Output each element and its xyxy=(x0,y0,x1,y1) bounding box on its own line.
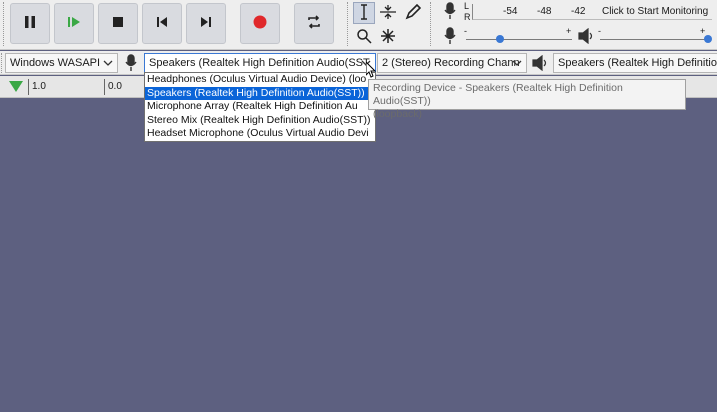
i-beam-icon xyxy=(357,3,371,23)
slider-minus-label: - xyxy=(598,26,601,36)
speaker-icon xyxy=(578,27,596,47)
speaker-icon xyxy=(532,54,550,74)
dropdown-item-stereo-mix[interactable]: Stereo Mix (Realtek High Definition Audi… xyxy=(145,114,375,128)
toolbar-grip[interactable] xyxy=(347,2,349,46)
toolbar-grip[interactable] xyxy=(3,2,5,46)
tooltip-line: (loopback) xyxy=(373,108,423,120)
toolbar-grip[interactable] xyxy=(430,2,432,46)
pause-icon xyxy=(23,15,37,32)
zoom-tool-button[interactable] xyxy=(353,26,375,48)
envelope-tool-button[interactable] xyxy=(377,2,399,24)
audio-host-select[interactable]: Windows WASAPI xyxy=(5,53,118,73)
playback-device-select[interactable]: Speakers (Realtek High Definition xyxy=(553,53,717,73)
track-workspace[interactable] xyxy=(0,99,717,412)
chevron-down-icon xyxy=(103,57,113,69)
draw-tool-button[interactable] xyxy=(402,2,424,24)
ruler-tick xyxy=(104,79,105,95)
pause-button[interactable] xyxy=(10,3,50,44)
meter-tick: -54 xyxy=(503,6,518,17)
recording-device-select[interactable]: Speakers (Realtek High Definition Audio(… xyxy=(144,53,376,73)
dropdown-item-microphone-array[interactable]: Microphone Array (Realtek High Definitio… xyxy=(145,100,375,114)
recording-channels-select[interactable]: 2 (Stereo) Recording Chann xyxy=(377,53,527,73)
recording-channels-value: 2 (Stereo) Recording Chann xyxy=(382,57,520,69)
skip-to-end-button[interactable] xyxy=(186,3,226,44)
recording-device-tooltip: Recording Device - Speakers (Realtek Hig… xyxy=(368,79,686,120)
multi-tool-button[interactable] xyxy=(377,26,399,48)
dropdown-item-speakers[interactable]: Speakers (Realtek High Definition Audio(… xyxy=(145,86,375,100)
chevron-down-icon xyxy=(512,57,522,69)
play-button[interactable] xyxy=(54,3,94,44)
monitor-label[interactable]: Click to Start Monitoring xyxy=(602,6,708,17)
stop-button[interactable] xyxy=(98,3,138,44)
toolbar-grip[interactable] xyxy=(1,53,3,73)
top-toolbar: L R -54 -48 -42 Click to Start Monitorin… xyxy=(0,0,717,50)
audio-host-value: Windows WASAPI xyxy=(10,57,101,69)
slider-minus-label: - xyxy=(464,26,467,36)
recording-device-value: Speakers (Realtek High Definition Audio(… xyxy=(149,57,370,69)
playback-volume-slider[interactable] xyxy=(600,39,706,40)
skip-end-icon xyxy=(199,15,213,32)
recording-volume-icon-button xyxy=(440,26,460,48)
playback-volume-icon-button xyxy=(577,27,597,47)
dropdown-item-headphones[interactable]: Headphones (Oculus Virtual Audio Device)… xyxy=(145,73,375,87)
meter-tick: -48 xyxy=(537,6,552,17)
slider-plus-label: + xyxy=(700,26,706,36)
microphone-icon xyxy=(443,26,457,48)
ruler-label: 1.0 xyxy=(32,81,46,92)
record-button[interactable] xyxy=(240,3,280,44)
slider-plus-label: + xyxy=(566,26,572,36)
loop-button[interactable] xyxy=(294,3,334,44)
record-icon xyxy=(252,14,268,33)
tooltip-line: Recording Device - Speakers (Realtek Hig… xyxy=(373,82,623,107)
microphone-icon xyxy=(443,1,457,23)
magnifier-icon xyxy=(356,28,372,47)
recording-volume-thumb[interactable] xyxy=(496,35,504,43)
play-icon xyxy=(66,14,82,33)
asterisk-icon xyxy=(380,28,396,47)
meter-channel-left: L xyxy=(464,1,470,11)
loop-icon xyxy=(306,14,322,33)
ruler-tick xyxy=(28,79,29,95)
microphone-icon xyxy=(124,54,138,75)
meter-tick: -42 xyxy=(571,6,586,17)
skip-start-icon xyxy=(155,15,169,32)
ruler-label: 0.0 xyxy=(108,81,122,92)
mouse-cursor-icon xyxy=(365,60,377,81)
dropdown-item-headset-microphone[interactable]: Headset Microphone (Oculus Virtual Audio… xyxy=(145,127,375,141)
pencil-icon xyxy=(405,3,422,23)
playback-volume-thumb[interactable] xyxy=(704,35,712,43)
playback-device-value: Speakers (Realtek High Definition xyxy=(558,57,717,69)
recording-device-dropdown: Headphones (Oculus Virtual Audio Device)… xyxy=(144,72,376,142)
stop-icon xyxy=(111,15,125,32)
play-head-marker-icon[interactable] xyxy=(9,81,23,96)
recording-volume-slider[interactable] xyxy=(466,39,572,40)
envelope-icon xyxy=(379,4,397,23)
meter-channel-right: R xyxy=(464,12,471,22)
recording-meter-button[interactable] xyxy=(440,1,460,23)
selection-tool-button[interactable] xyxy=(353,2,375,24)
skip-to-start-button[interactable] xyxy=(142,3,182,44)
